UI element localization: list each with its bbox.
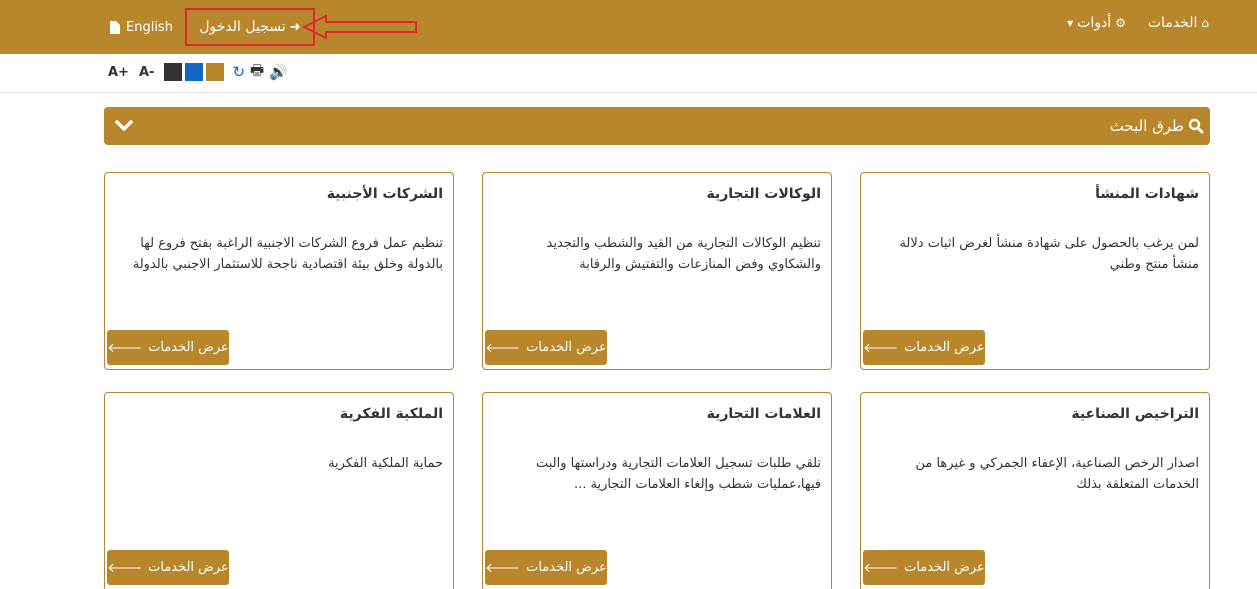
view-services-button[interactable]: عرض الخدمات 🡐 xyxy=(107,550,229,585)
search-methods-bar[interactable]: طرق البحث xyxy=(104,107,1210,145)
button-label: عرض الخدمات xyxy=(148,340,229,355)
theme-blue-swatch[interactable] xyxy=(185,63,204,81)
login-label: تسجيل الدخول xyxy=(199,19,286,35)
arrow-left-icon: 🡐 xyxy=(863,340,899,356)
card-certificates-of-origin: شهادات المنشأ لمن يرغب بالحصول على شهادة… xyxy=(860,172,1210,370)
sign-in-icon: ➜ xyxy=(289,19,301,35)
button-label: عرض الخدمات xyxy=(526,340,607,355)
card-industrial-licenses: التراخيص الصناعية اصدار الرخص الصناعية، … xyxy=(860,392,1210,589)
accessibility-toolbar: A+ A- ↻ 🖶 🔊 xyxy=(108,60,288,85)
font-increase-button[interactable]: A+ xyxy=(108,65,129,80)
gear-icon: ⚙ xyxy=(1115,16,1126,30)
card-description: تلقي طلبات تسجيل العلامات التجارية ودراس… xyxy=(535,456,821,492)
nav-services[interactable]: ⌂ الخدمات xyxy=(1148,15,1209,31)
card-description: لمن يرغب بالحصول على شهادة منشأ لغرض اثب… xyxy=(899,236,1199,272)
button-label: عرض الخدمات xyxy=(148,560,229,575)
top-bar: English ➜ تسجيل الدخول ⌂ الخدمات ⚙ أدوات… xyxy=(0,0,1257,54)
language-switch[interactable]: English xyxy=(110,20,173,35)
search-icon xyxy=(1188,118,1204,134)
view-services-button[interactable]: عرض الخدمات 🡐 xyxy=(863,330,985,365)
divider xyxy=(0,92,1257,93)
card-title: الملكية الفكرية xyxy=(339,406,443,422)
card-description: حماية الملكية الفكرية xyxy=(328,456,443,471)
home-icon: ⌂ xyxy=(1201,16,1209,30)
card-title: التراخيص الصناعية xyxy=(1071,406,1199,422)
chevron-down-icon[interactable] xyxy=(114,116,134,136)
nav-tools-label: أدوات xyxy=(1077,15,1112,31)
login-link[interactable]: ➜ تسجيل الدخول xyxy=(184,8,315,46)
button-label: عرض الخدمات xyxy=(904,560,985,575)
arrow-left-icon: 🡐 xyxy=(107,340,143,356)
view-services-button[interactable]: عرض الخدمات 🡐 xyxy=(485,550,607,585)
search-methods-title: طرق البحث xyxy=(1110,107,1204,145)
card-intellectual-property: الملكية الفكرية حماية الملكية الفكرية عر… xyxy=(104,392,454,589)
card-description: اصدار الرخص الصناعية، الإعفاء الجمركي و … xyxy=(915,456,1199,492)
annotation-arrow-icon xyxy=(302,14,417,40)
card-commercial-agencies: الوكالات التجارية تنظيم الوكالات التجاري… xyxy=(482,172,832,370)
button-label: عرض الخدمات xyxy=(904,340,985,355)
arrow-left-icon: 🡐 xyxy=(107,560,143,576)
font-decrease-button[interactable]: A- xyxy=(139,65,154,80)
print-icon[interactable]: 🖶 xyxy=(250,60,264,85)
language-label: English xyxy=(126,19,173,35)
card-title: شهادات المنشأ xyxy=(1095,186,1199,202)
search-methods-label: طرق البحث xyxy=(1109,117,1184,135)
speaker-icon[interactable]: 🔊 xyxy=(269,63,288,81)
button-label: عرض الخدمات xyxy=(526,560,607,575)
nav-tools[interactable]: ⚙ أدوات ▾ xyxy=(1067,15,1126,31)
theme-gold-swatch[interactable] xyxy=(206,63,225,81)
card-title: الشركات الأجنبية xyxy=(326,186,443,202)
card-description: تنظيم الوكالات التجارية من القيد والشطب … xyxy=(546,236,821,272)
view-services-button[interactable]: عرض الخدمات 🡐 xyxy=(107,330,229,365)
view-services-button[interactable]: عرض الخدمات 🡐 xyxy=(485,330,607,365)
top-left-group: English ➜ تسجيل الدخول xyxy=(110,8,315,46)
arrow-left-icon: 🡐 xyxy=(863,560,899,576)
theme-dark-swatch[interactable] xyxy=(164,63,183,81)
card-trademarks: العلامات التجارية تلقي طلبات تسجيل العلا… xyxy=(482,392,832,589)
reset-icon[interactable]: ↻ xyxy=(232,63,245,81)
nav-services-label: الخدمات xyxy=(1147,15,1198,31)
chevron-down-icon: ▾ xyxy=(1067,16,1074,30)
card-foreign-companies: الشركات الأجنبية تنظيم عمل فروع الشركات … xyxy=(104,172,454,370)
arrow-left-icon: 🡐 xyxy=(485,560,521,576)
top-nav: ⌂ الخدمات ⚙ أدوات ▾ xyxy=(1045,0,1209,46)
card-title: الوكالات التجارية xyxy=(706,186,821,202)
document-icon xyxy=(110,20,120,34)
card-title: العلامات التجارية xyxy=(706,406,821,422)
arrow-left-icon: 🡐 xyxy=(485,340,521,356)
card-description: تنظيم عمل فروع الشركات الاجنبية الراغبة … xyxy=(132,236,443,272)
view-services-button[interactable]: عرض الخدمات 🡐 xyxy=(863,550,985,585)
